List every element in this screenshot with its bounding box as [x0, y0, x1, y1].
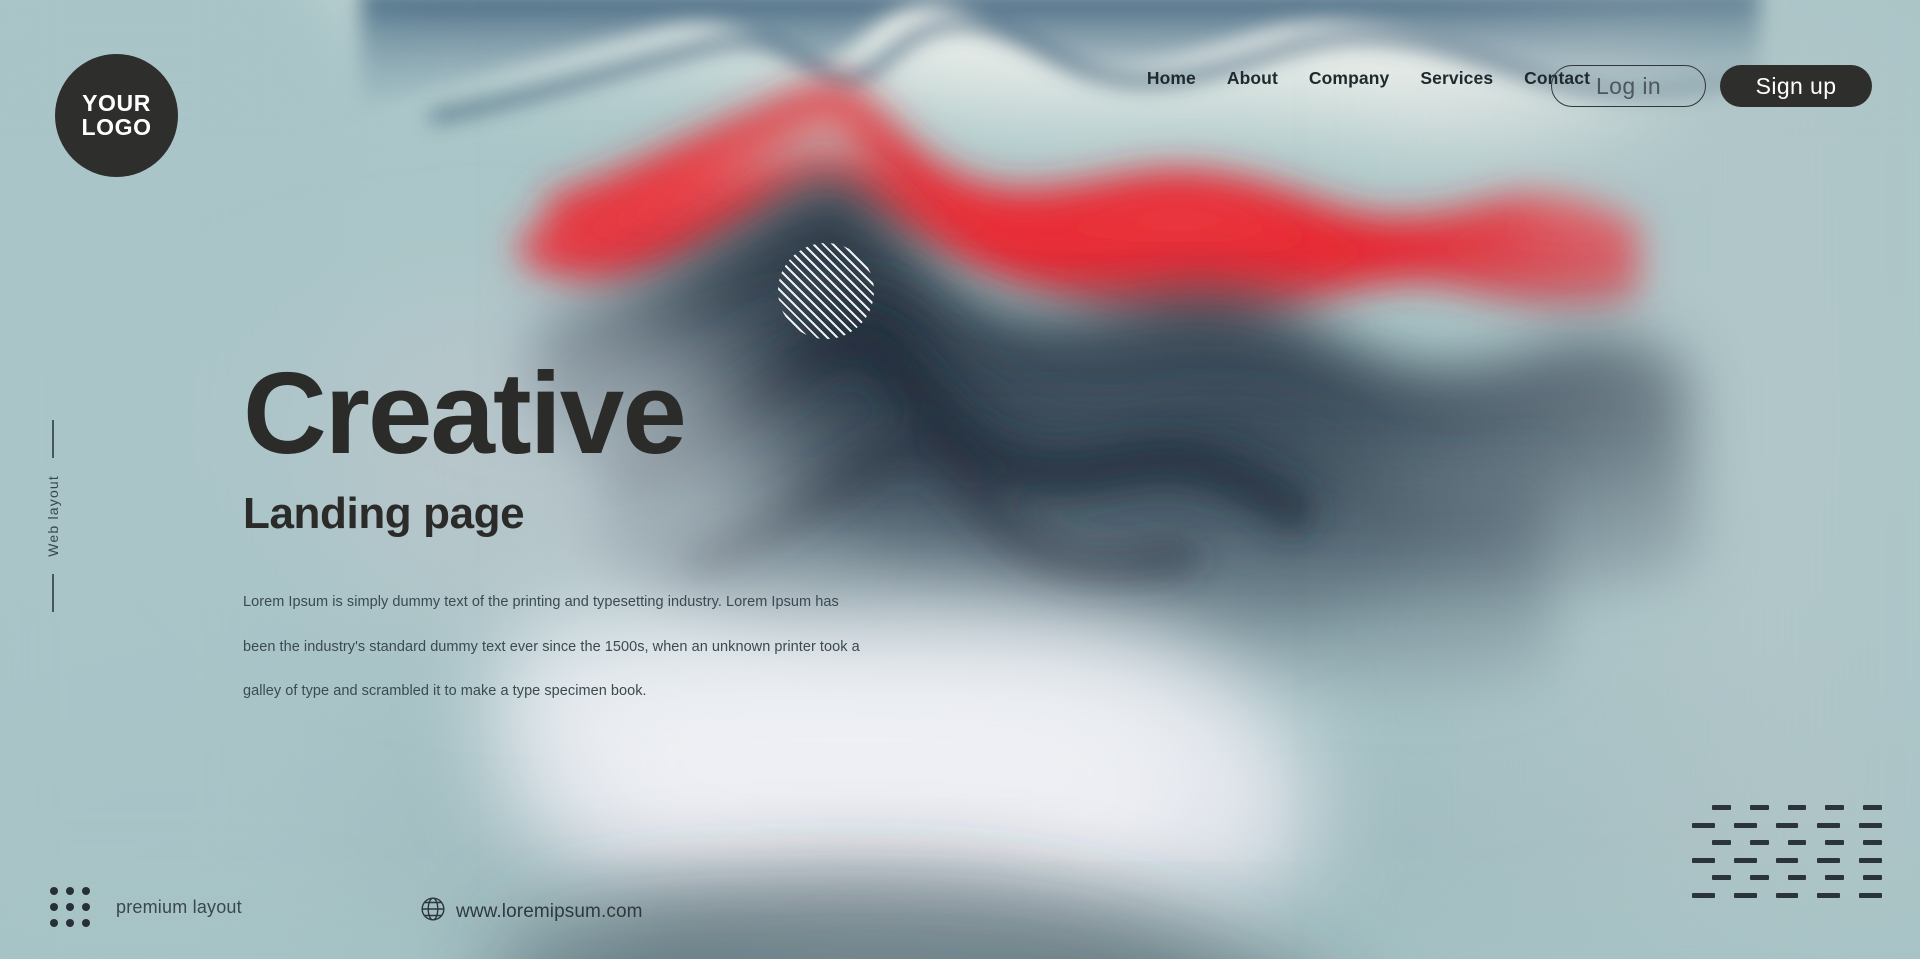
nav-item-home[interactable]: Home [1147, 68, 1196, 89]
login-button[interactable]: Log in [1551, 65, 1706, 107]
globe-icon [420, 896, 446, 927]
vertical-rule-bottom [52, 573, 54, 612]
landing-page-canvas: YOUR LOGO Home About Company Services Co… [0, 0, 1920, 959]
nav-item-about[interactable]: About [1227, 68, 1278, 89]
hero-paragraph-line-2: been the industry's standard dummy text … [243, 638, 860, 655]
hatched-circle-decoration [778, 243, 874, 339]
nav-item-company[interactable]: Company [1309, 68, 1389, 89]
hero-subtitle: Landing page [243, 489, 525, 538]
auth-actions: Log in Sign up [1551, 65, 1872, 107]
footer-website-group[interactable]: www.loremipsum.com [420, 896, 643, 927]
main-navigation: Home About Company Services Contact [1147, 68, 1590, 89]
signup-button[interactable]: Sign up [1720, 65, 1872, 107]
hero-title: Creative [243, 348, 687, 478]
hero-paragraph: Lorem Ipsum is simply dummy text of the … [243, 595, 1143, 699]
logo-line-2: LOGO [81, 113, 152, 140]
site-footer: premium layout www.loremipsum.com [0, 849, 1920, 959]
vertical-label-text: Web layout [45, 475, 61, 557]
dot-grid-icon [50, 887, 90, 927]
hero-paragraph-line-1: Lorem Ipsum is simply dummy text of the … [243, 594, 839, 610]
logo-line-1: YOUR [82, 90, 151, 117]
nav-item-services[interactable]: Services [1420, 68, 1493, 89]
hero-paragraph-line-3: galley of type and scrambled it to make … [243, 683, 647, 699]
vertical-rule-top [52, 420, 54, 458]
footer-premium-group: premium layout [50, 887, 242, 927]
logo[interactable]: YOUR LOGO [55, 54, 178, 177]
website-url[interactable]: www.loremipsum.com [456, 901, 643, 923]
site-header: YOUR LOGO Home About Company Services Co… [0, 0, 1920, 177]
vertical-side-label: Web layout [45, 420, 61, 612]
premium-layout-label: premium layout [116, 896, 242, 917]
hero-section: Creative Landing page Lorem Ipsum is sim… [243, 355, 1143, 729]
